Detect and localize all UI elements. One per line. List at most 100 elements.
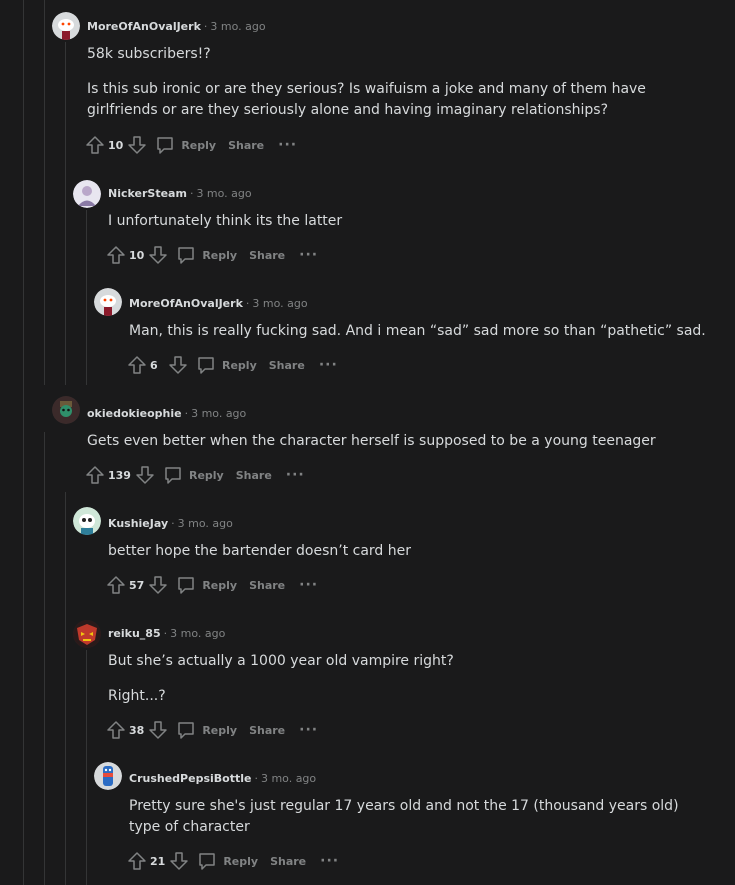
comment-paragraph: Gets even better when the character hers… [87,433,656,449]
upvote-icon[interactable] [127,851,147,871]
vote-score: 139 [108,468,131,482]
comment-time[interactable]: 3 mo. ago [178,517,233,530]
downvote-icon[interactable] [127,135,147,155]
comment-body: But she’s actually a 1000 year old vampi… [108,651,708,707]
share-button[interactable]: Share [249,579,285,592]
reply-label: Reply [202,723,238,737]
comment-actions: 10 Reply Share ··· [85,133,297,157]
reply-button[interactable]: Reply [176,720,237,740]
vote-score: 6 [150,358,158,372]
reply-button[interactable]: Reply [176,245,237,265]
comment-actions: 10 Reply Share ··· [106,243,318,267]
reply-label: Reply [202,248,238,262]
thread-line[interactable] [86,210,87,385]
comment-actions: 6 Reply Share ··· [127,353,338,377]
reply-label: Reply [181,138,217,152]
downvote-icon[interactable] [148,245,168,265]
comment-author[interactable]: MoreOfAnOvalJerk [87,20,201,33]
downvote-icon[interactable] [168,355,188,375]
upvote-icon[interactable] [106,720,126,740]
comment-author[interactable]: reiku_85 [108,627,161,640]
comment-author[interactable]: NickerSteam [108,187,187,200]
avatar[interactable] [94,288,122,316]
reply-button[interactable]: Reply [163,465,224,485]
comment-body: Gets even better when the character hers… [87,431,707,452]
user-avatar-icon [52,396,80,424]
user-avatar-icon [73,507,101,535]
user-avatar-icon [73,620,101,648]
vote-score: 10 [129,248,145,262]
share-button[interactable]: Share [228,139,264,152]
share-button[interactable]: Share [249,249,285,262]
thread-line[interactable] [44,0,45,385]
avatar[interactable] [73,180,101,208]
reply-button[interactable]: Reply [196,355,257,375]
avatar[interactable] [94,762,122,790]
comment-time[interactable]: 3 mo. ago [196,187,251,200]
more-options-button[interactable]: ··· [320,854,339,868]
comment-paragraph: Is this sub ironic or are they serious? … [87,81,646,118]
comment-paragraph: Right...? [108,688,166,704]
chat-bubble-icon [176,245,196,265]
thread-line[interactable] [65,492,66,885]
upvote-icon[interactable] [127,355,147,375]
user-avatar-icon [94,762,122,790]
comment-time[interactable]: 3 mo. ago [252,297,307,310]
avatar[interactable] [73,507,101,535]
upvote-icon[interactable] [85,135,105,155]
comment-time[interactable]: 3 mo. ago [210,20,265,33]
chat-bubble-icon [197,851,217,871]
more-options-button[interactable]: ··· [299,578,318,592]
comment-body: better hope the bartender doesn’t card h… [108,541,708,562]
share-button[interactable]: Share [249,724,285,737]
downvote-icon[interactable] [135,465,155,485]
comment-time[interactable]: 3 mo. ago [191,407,246,420]
comment-paragraph: 58k subscribers!? [87,46,211,62]
comment-author[interactable]: MoreOfAnOvalJerk [129,297,243,310]
reply-label: Reply [223,854,259,868]
comment-time[interactable]: 3 mo. ago [261,772,316,785]
avatar[interactable] [73,620,101,648]
reply-button[interactable]: Reply [155,135,216,155]
thread-line[interactable] [65,152,66,385]
downvote-icon[interactable] [148,720,168,740]
downvote-icon[interactable] [148,575,168,595]
upvote-icon[interactable] [106,245,126,265]
avatar[interactable] [52,12,80,40]
comment-author[interactable]: okiedokieophie [87,407,182,420]
upvote-icon[interactable] [106,575,126,595]
downvote-icon[interactable] [169,851,189,871]
vote-score: 10 [108,138,124,152]
reply-label: Reply [188,468,224,482]
comment-body: Man, this is really fucking sad. And i m… [129,321,719,342]
chat-bubble-icon [163,465,183,485]
comment-author[interactable]: CrushedPepsiBottle [129,772,251,785]
comment-author[interactable]: KushieJay [108,517,168,530]
reply-button[interactable]: Reply [197,851,258,871]
share-button[interactable]: Share [269,359,305,372]
avatar[interactable] [52,396,80,424]
upvote-icon[interactable] [85,465,105,485]
comment-actions: 57 Reply Share ··· [106,573,318,597]
user-avatar-icon [73,180,101,208]
share-button[interactable]: Share [236,469,272,482]
thread-line[interactable] [44,432,45,885]
reply-label: Reply [202,578,238,592]
comment-actions: 139 Reply Share ··· [85,463,305,487]
comment-paragraph: better hope the bartender doesn’t card h… [108,543,412,559]
more-options-button[interactable]: ··· [319,358,338,372]
comment-time[interactable]: 3 mo. ago [170,627,225,640]
more-options-button[interactable]: ··· [299,248,318,262]
snoo-avatar-icon [52,12,80,40]
reply-label: Reply [222,358,257,372]
thread-line[interactable] [86,650,87,885]
more-options-button[interactable]: ··· [299,723,318,737]
share-button[interactable]: Share [270,855,306,868]
comment-body: 58k subscribers!? Is this sub ironic or … [87,44,707,121]
more-options-button[interactable]: ··· [278,138,297,152]
meta-separator: · [203,20,208,33]
reply-button[interactable]: Reply [176,575,237,595]
more-options-button[interactable]: ··· [286,468,305,482]
thread-line[interactable] [23,0,24,885]
comment-actions: 21 Reply Share ··· [127,849,339,873]
